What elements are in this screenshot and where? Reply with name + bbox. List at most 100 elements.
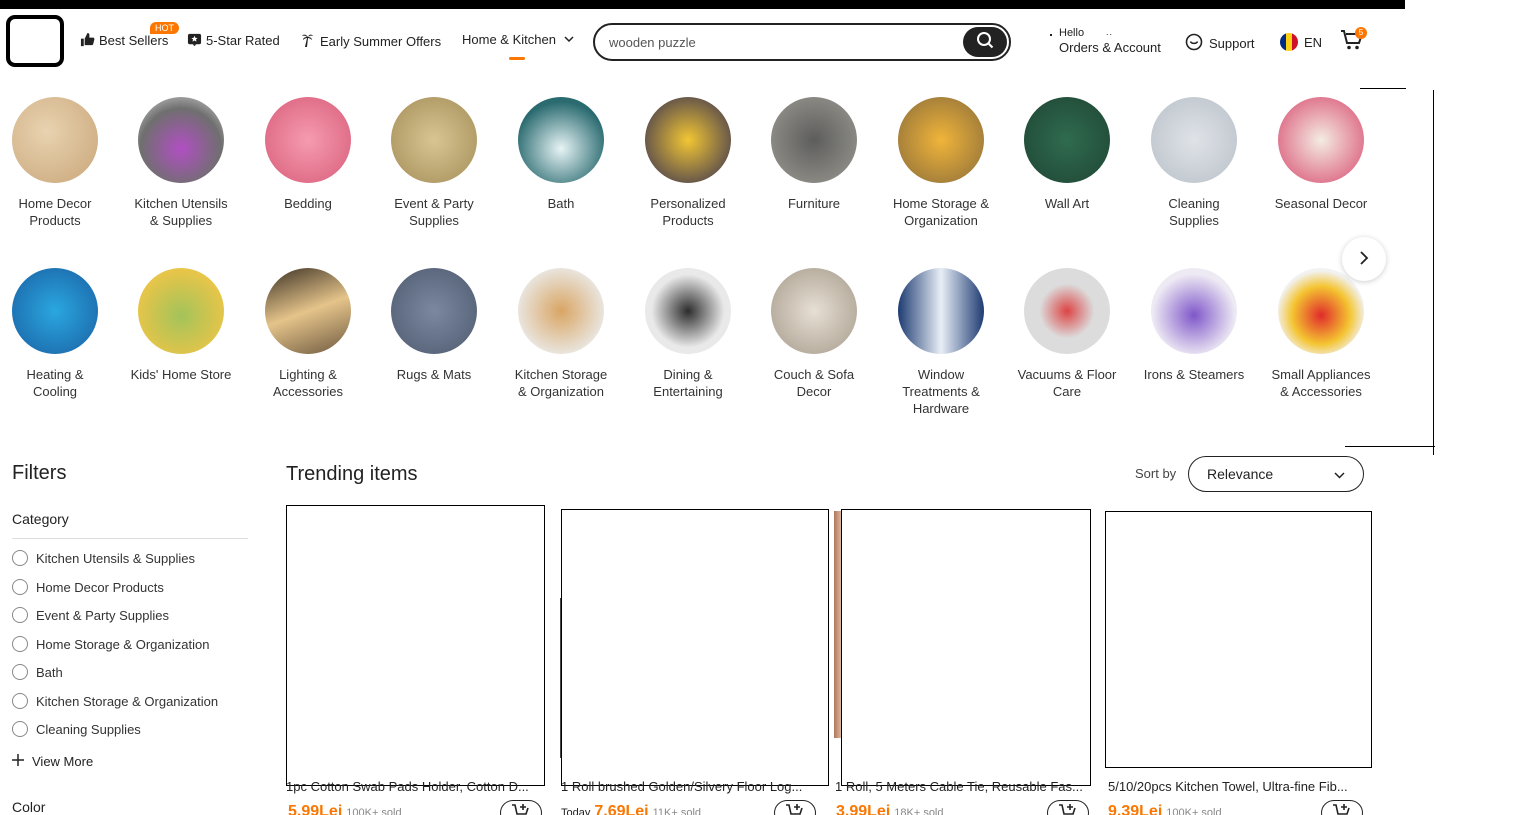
category-vacuums[interactable]: Vacuums & Floor Care [1015,268,1119,400]
sold-count: 18K+ sold [894,807,944,815]
filter-option[interactable]: Cleaning Supplies [12,721,141,737]
category-bath[interactable]: Bath [509,97,613,212]
site-logo[interactable] [6,15,64,67]
product-image[interactable] [561,509,829,786]
cart-button[interactable]: 5 [1340,27,1367,56]
category-image [1278,97,1364,183]
category-label: Heating & Cooling [26,367,84,399]
category-label: Couch & Sofa Decor [773,367,855,399]
category-image [1278,268,1364,354]
radio-button[interactable] [12,664,28,680]
category-personalized[interactable]: Personalized Products [636,97,740,229]
radio-button[interactable] [12,579,28,595]
category-kids-home[interactable]: Kids' Home Store [129,268,233,383]
category-label: Lighting & Accessories [272,367,344,399]
category-seasonal-decor[interactable]: Seasonal Decor [1269,97,1373,212]
nav-active-indicator [509,57,525,60]
price-value: 9.39Lei [1108,803,1163,815]
product-title[interactable]: 1 Roll, 5 Meters Cable Tie, Reusable Fas… [835,779,1095,794]
product-title[interactable]: 1 Roll brushed Golden/Silvery Floor Log.… [561,779,821,794]
category-label: Home Storage & Organization [892,196,990,228]
category-cleaning[interactable]: Cleaning Supplies [1142,97,1246,229]
category-label: Home Decor Products [18,196,92,228]
language-selector[interactable]: EN [1280,33,1322,51]
filter-option[interactable]: Bath [12,664,63,680]
product-price: 9.39Lei 100K+ sold [1108,803,1222,815]
add-to-cart-button[interactable] [1047,800,1089,815]
account-ellipsis: .. [1106,27,1114,37]
category-image [1151,97,1237,183]
category-window-treatments[interactable]: Window Treatments & Hardware [889,268,993,417]
radio-button[interactable] [12,636,28,652]
plus-icon [12,754,24,769]
category-home-decor[interactable]: Home Decor Products [3,97,107,229]
support-link[interactable]: Support [1185,33,1255,54]
filter-option[interactable]: Home Storage & Organization [12,636,209,652]
radio-button[interactable] [12,721,28,737]
category-home-storage[interactable]: Home Storage & Organization [889,97,993,229]
product-image[interactable] [286,505,545,786]
product-title[interactable]: 1pc Cotton Swab Pads Holder, Cotton D... [286,779,546,794]
category-image [771,97,857,183]
view-more-label: View More [32,754,94,769]
add-to-cart-button[interactable] [500,800,542,815]
category-small-appliances[interactable]: Small Appliances & Accessories [1269,268,1373,400]
category-kitchen-utensils[interactable]: Kitchen Utensils & Supplies [129,97,233,229]
nav-early-summer-label: Early Summer Offers [320,33,442,49]
sold-count: 11K+ sold [652,807,702,815]
radio-button[interactable] [12,550,28,566]
category-image [1024,97,1110,183]
category-image [138,97,224,183]
category-label: Furniture [787,196,841,211]
sold-count: 100K+ sold [346,807,402,815]
radio-button[interactable] [12,607,28,623]
nav-five-star-rated[interactable]: 5-Star Rated [187,32,280,49]
product-image[interactable] [841,509,1091,786]
product-title[interactable]: 5/10/20pcs Kitchen Towel, Ultra-fine Fib… [1108,779,1368,794]
view-more-button[interactable]: View More [12,754,93,769]
nav-early-summer-offers[interactable]: Early Summer Offers [300,32,441,50]
add-to-cart-button[interactable] [1321,800,1363,815]
filter-option[interactable]: Home Decor Products [12,579,164,595]
category-bedding[interactable]: Bedding [256,97,360,212]
add-cart-icon [511,803,531,815]
sort-dropdown[interactable]: Relevance [1188,456,1364,492]
filter-option[interactable]: Kitchen Utensils & Supplies [12,550,195,566]
category-label: Irons & Steamers [1143,367,1245,382]
category-wall-art[interactable]: Wall Art [1015,97,1119,212]
category-image [391,97,477,183]
nav-home-kitchen[interactable]: Home & Kitchen [462,32,574,47]
category-image [265,97,351,183]
category-dining[interactable]: Dining & Entertaining [636,268,740,400]
category-irons-steamers[interactable]: Irons & Steamers [1142,268,1246,383]
category-label: Wall Art [1044,196,1090,211]
filter-option[interactable]: Event & Party Supplies [12,607,169,623]
category-label: Personalized Products [650,196,726,228]
search-input[interactable] [609,34,949,50]
add-to-cart-button[interactable] [774,800,816,815]
category-heating-cooling[interactable]: Heating & Cooling [3,268,107,400]
category-image [518,268,604,354]
nav-best-sellers[interactable]: Best Sellers [80,32,168,49]
category-couch-sofa[interactable]: Couch & Sofa Decor [762,268,866,400]
add-cart-icon [785,803,805,815]
star-badge-icon [187,32,202,49]
filter-option[interactable]: Kitchen Storage & Organization [12,693,218,709]
category-next-button[interactable] [1342,237,1386,281]
product-price: 5.99Lei 100K+ sold [288,803,402,815]
radio-button[interactable] [12,693,28,709]
account-menu[interactable]: .. Hello Orders & Account [1050,27,1161,55]
category-kitchen-storage[interactable]: Kitchen Storage & Organization [509,268,613,400]
category-furniture[interactable]: Furniture [762,97,866,212]
category-label: Seasonal Decor [1274,196,1368,211]
category-rugs-mats[interactable]: Rugs & Mats [382,268,486,383]
category-image [1151,268,1237,354]
category-event-party[interactable]: Event & Party Supplies [382,97,486,229]
product-price: Today 7.69Lei 11K+ sold [561,803,701,815]
category-lighting[interactable]: Lighting & Accessories [256,268,360,400]
search-button[interactable] [963,27,1007,57]
filter-color-title: Color [12,799,46,815]
product-image[interactable] [1105,511,1372,768]
thumbs-up-icon [80,32,95,49]
sort-value: Relevance [1207,466,1274,482]
